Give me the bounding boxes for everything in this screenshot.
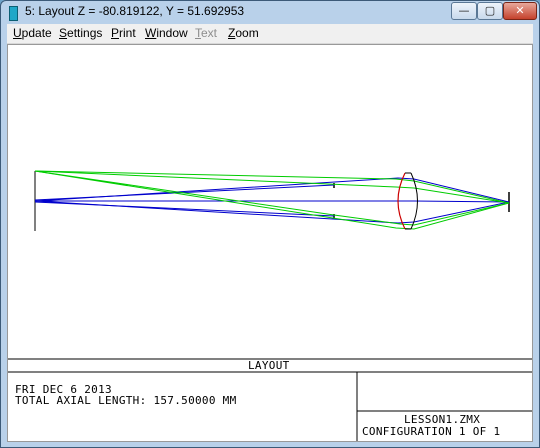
minimize-button[interactable]: — xyxy=(451,2,477,20)
app-icon xyxy=(9,6,18,21)
maximize-button[interactable]: ▢ xyxy=(477,2,503,20)
configuration-text: CONFIGURATION 1 OF 1 xyxy=(362,425,501,438)
ray-green-4 xyxy=(34,170,510,204)
menu-settings-label: ettings xyxy=(67,26,103,40)
ray-green-2 xyxy=(34,170,510,230)
layout-window: 5: Layout Z = -80.819122, Y = 51.692953 … xyxy=(0,0,540,448)
menu-zoom-label: oom xyxy=(235,26,259,40)
menu-text[interactable]: Text xyxy=(195,26,217,40)
menu-print-mnemonic: P xyxy=(111,26,120,40)
close-button[interactable]: ✕ xyxy=(503,2,537,20)
menu-bar: Update Settings Print Window Text Zoom xyxy=(7,24,533,44)
rays-field-2 xyxy=(34,170,510,230)
menu-window-label: indow xyxy=(156,26,188,40)
ray-trace-plot xyxy=(8,170,532,441)
layout-caption: LAYOUT xyxy=(248,359,290,372)
rays-field-1 xyxy=(34,177,510,224)
ray-blue-3 xyxy=(35,200,510,203)
menu-settings-mnemonic: S xyxy=(59,26,68,40)
menu-update[interactable]: Update xyxy=(13,26,52,40)
total-axial-length: TOTAL AXIAL LENGTH: 157.50000 MM xyxy=(15,394,237,407)
menu-update-mnemonic: U xyxy=(13,26,22,40)
menu-update-label: pdate xyxy=(21,26,52,40)
menu-text-label: ext xyxy=(201,26,218,40)
ray-blue-5 xyxy=(34,201,335,217)
menu-window[interactable]: Window xyxy=(145,26,188,40)
menu-print[interactable]: Print xyxy=(111,26,136,40)
menu-window-mnemonic: W xyxy=(145,26,157,40)
menu-zoom[interactable]: Zoom xyxy=(228,26,259,40)
window-title: 5: Layout Z = -80.819122, Y = 51.692953 xyxy=(25,4,245,18)
title-bar[interactable]: 5: Layout Z = -80.819122, Y = 51.692953 … xyxy=(1,1,539,23)
menu-settings[interactable]: Settings xyxy=(59,26,102,40)
layout-canvas[interactable]: LAYOUT FRI DEC 6 2013 TOTAL AXIAL LENGTH… xyxy=(7,44,533,442)
menu-print-label: rint xyxy=(119,26,136,40)
